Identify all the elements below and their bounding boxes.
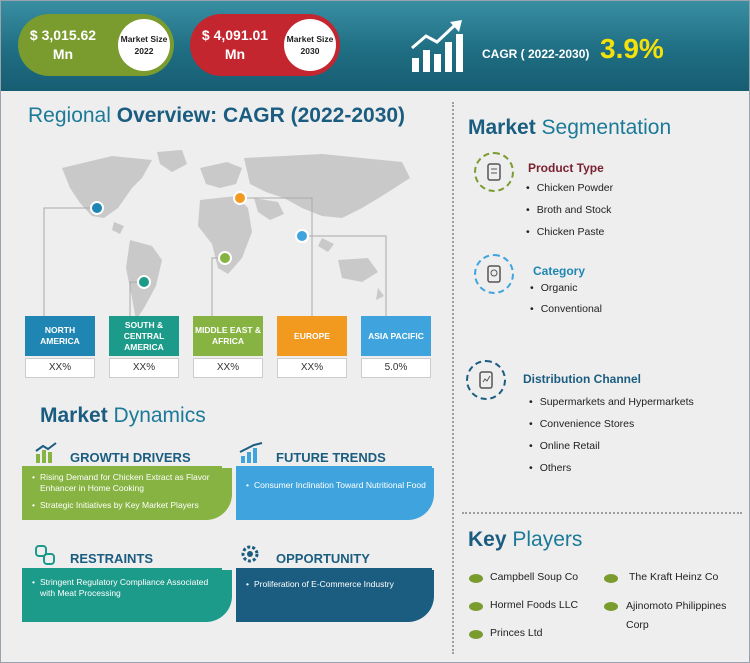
outer-frame: [0, 0, 750, 663]
